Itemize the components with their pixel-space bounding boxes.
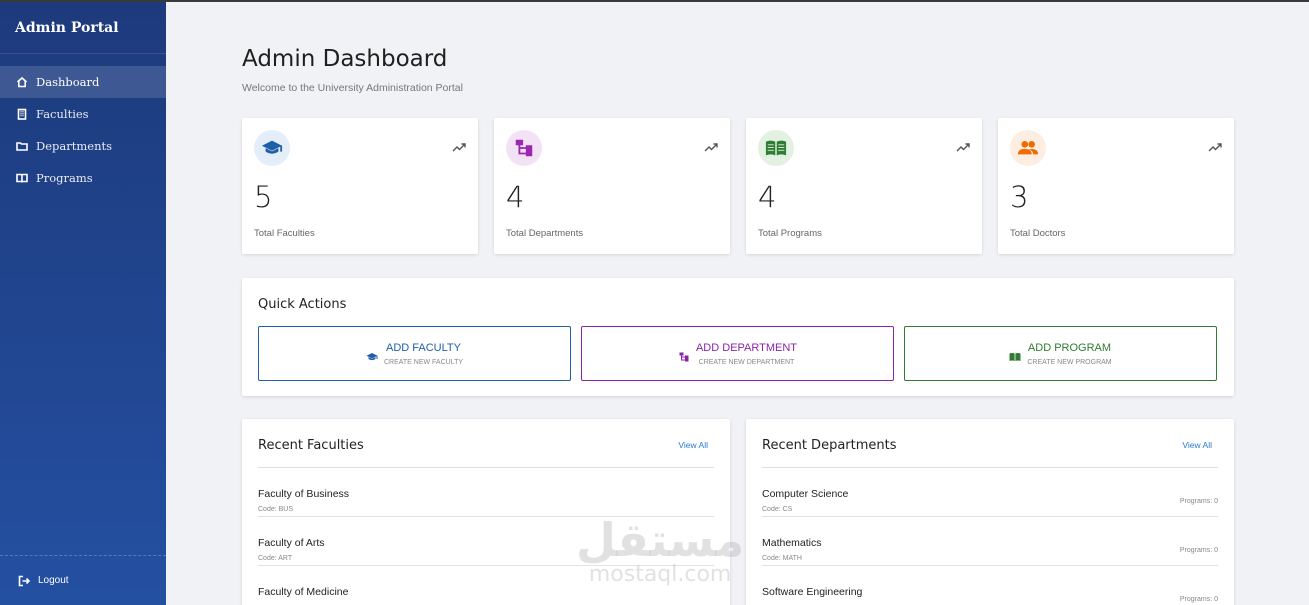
home-icon [16,76,28,88]
programs-count: Programs: 0 [1179,596,1218,603]
sidebar-item-label: Programs [36,171,93,185]
add-faculty-button[interactable]: ADD FACULTY CREATE NEW FACULTY [258,326,571,381]
book-icon [1009,352,1021,361]
hierarchy-icon [679,352,689,361]
trending-up-icon [704,143,718,152]
add-program-sub: CREATE NEW PROGRAM [1027,358,1112,366]
view-all-faculties-link[interactable]: View All [678,440,708,450]
sidebar-item-programs[interactable]: Programs [0,162,166,194]
trending-up-icon [1208,143,1222,152]
sidebar-item-departments[interactable]: Departments [0,130,166,162]
sidebar-item-label: Dashboard [36,75,100,89]
stat-value: 4 [506,180,525,214]
folder-icon [16,142,28,151]
graduation-cap-icon [366,352,378,360]
sidebar: Admin Portal Dashboard Faculties Departm… [0,2,166,605]
faculty-name: Faculty of Business [258,488,350,500]
list-item[interactable]: Faculty of Arts Code: ART [258,517,714,566]
quick-actions-row: ADD FACULTY CREATE NEW FACULTY ADD DEPAR… [258,326,1217,381]
list-item[interactable]: Faculty of Medicine [258,566,714,605]
list-item[interactable]: Computer Science Code: CS Programs: 0 [762,468,1218,517]
brand-title: Admin Portal [0,2,166,54]
page-title: Admin Dashboard [242,46,448,72]
faculty-code: Code: BUS [258,506,294,513]
list-item[interactable]: Mathematics Code: MATH Programs: 0 [762,517,1218,566]
add-program-label: ADD PROGRAM [1027,341,1112,354]
faculty-code: Code: ART [258,555,293,562]
department-code: Code: MATH [762,555,802,562]
recent-departments-panel: Recent Departments View All Computer Sci… [746,419,1234,605]
department-name: Computer Science [762,488,849,500]
faculties-list: Faculty of Business Code: BUS Faculty of… [258,468,714,605]
stat-card-programs: 4 Total Programs [746,118,982,254]
stat-card-faculties: 5 Total Faculties [242,118,478,254]
department-name: Mathematics [762,537,822,549]
people-icon [1010,130,1046,166]
graduation-cap-icon [254,130,290,166]
sidebar-item-dashboard[interactable]: Dashboard [0,66,166,98]
add-program-button[interactable]: ADD PROGRAM CREATE NEW PROGRAM [904,326,1217,381]
stat-label: Total Programs [758,228,822,239]
departments-list: Computer Science Code: CS Programs: 0 Ma… [762,468,1218,605]
faculty-name: Faculty of Medicine [258,586,349,598]
hierarchy-icon [506,130,542,166]
department-name: Software Engineering [762,586,863,598]
list-item[interactable]: Software Engineering Programs: 0 [762,566,1218,605]
page-subtitle: Welcome to the University Administration… [242,82,463,94]
add-department-button[interactable]: ADD DEPARTMENT CREATE NEW DEPARTMENT [581,326,894,381]
quick-actions-panel: Quick Actions ADD FACULTY CREATE NEW FAC… [242,278,1234,396]
quick-actions-title: Quick Actions [258,297,347,312]
add-department-label: ADD DEPARTMENT [695,341,798,354]
add-faculty-sub: CREATE NEW FACULTY [383,358,464,366]
logout-button[interactable]: Logout [0,555,166,605]
stat-value: 4 [758,180,777,214]
trending-up-icon [452,143,466,152]
sidebar-item-faculties[interactable]: Faculties [0,98,166,130]
add-department-sub: CREATE NEW DEPARTMENT [698,358,795,366]
stat-label: Total Departments [506,228,584,239]
stats-row: 5 Total Faculties 4 Total Departments 4 … [242,118,1234,254]
department-code: Code: CS [762,506,793,513]
programs-count: Programs: 0 [1179,547,1218,554]
stat-value: 5 [254,180,273,214]
recent-faculties-title: Recent Faculties [258,438,364,453]
recent-faculties-panel: Recent Faculties View All Faculty of Bus… [242,419,730,605]
programs-count: Programs: 0 [1179,498,1218,505]
stat-card-doctors: 3 Total Doctors [998,118,1234,254]
sidebar-item-label: Faculties [36,107,89,121]
view-all-departments-link[interactable]: View All [1182,440,1212,450]
add-faculty-label: ADD FACULTY [386,341,461,354]
building-icon [17,108,27,120]
stat-label: Total Doctors [1010,228,1066,239]
book-icon [16,173,28,183]
stat-label: Total Faculties [254,228,315,239]
logout-label: Logout [38,575,69,586]
logout-icon [18,575,30,586]
list-item[interactable]: Faculty of Business Code: BUS [258,468,714,517]
trending-up-icon [956,143,970,152]
sidebar-item-label: Departments [36,139,113,153]
book-icon [758,130,794,166]
faculty-name: Faculty of Arts [258,537,325,549]
recent-departments-title: Recent Departments [762,438,897,453]
stat-value: 3 [1010,180,1029,214]
sidebar-nav: Dashboard Faculties Departments Programs [0,66,166,194]
stat-card-departments: 4 Total Departments [494,118,730,254]
